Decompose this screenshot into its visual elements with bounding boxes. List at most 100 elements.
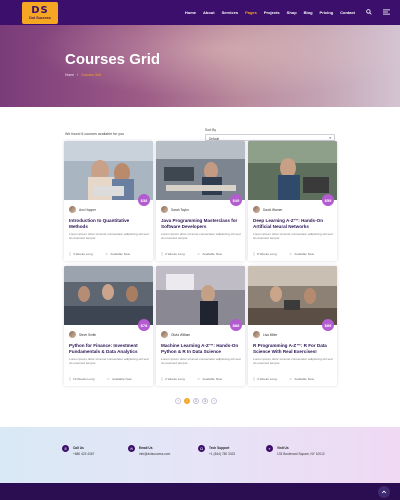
nav-blog[interactable]: Blog: [304, 10, 313, 15]
book-icon: ▯: [161, 252, 163, 256]
contact-value[interactable]: +1 (844) 780 3323: [209, 452, 235, 456]
course-author[interactable]: Lisa Miller: [253, 331, 277, 338]
nav-services[interactable]: Services: [222, 10, 238, 15]
course-card[interactable]: $38 Ann Hopper Introduction to Quantitat…: [64, 141, 153, 261]
course-thumbnail[interactable]: [64, 141, 153, 200]
pagination-prev[interactable]: ‹: [175, 398, 181, 404]
pagination-page-1[interactable]: 1: [184, 398, 190, 404]
pagination-next[interactable]: ›: [211, 398, 217, 404]
book-icon: ▯: [253, 377, 255, 381]
site-logo[interactable]: DS Dot Success: [22, 1, 58, 24]
availability-label: Available Now: [202, 252, 222, 256]
course-title[interactable]: Deep Learning A-Z™: Hands-On Artificial …: [253, 218, 331, 230]
course-grid: $38 Ann Hopper Introduction to Quantitat…: [64, 141, 337, 386]
availability: ☺ Available Now: [105, 252, 130, 256]
course-card[interactable]: $78 Steve Smith Python for Finance: Inve…: [64, 266, 153, 386]
price-badge: $78: [138, 319, 150, 331]
duration: ▯ 3 Weeks Long: [253, 377, 277, 381]
course-author[interactable]: Steve Smith: [69, 331, 96, 338]
course-thumbnail[interactable]: [248, 266, 337, 325]
mail-icon: ✉: [128, 445, 135, 452]
chevron-down-icon: ▾: [329, 136, 331, 140]
course-author[interactable]: Ann Hopper: [69, 206, 96, 213]
nav-about[interactable]: About: [203, 10, 215, 15]
logo-text: Dot Success: [29, 15, 51, 20]
author-name: Ann Hopper: [79, 207, 97, 212]
duration: ▯ 10 Weeks Long: [69, 377, 94, 381]
contact-info-strip: ✆ Call Us +880 423 4367 ✉ Email Us info@…: [0, 427, 400, 483]
menu-icon[interactable]: [383, 8, 390, 17]
search-icon[interactable]: [366, 8, 372, 17]
course-card[interactable]: $89 Lisa Miller R Programming A-Z™: R Fo…: [248, 266, 337, 386]
contact-value[interactable]: 133 Boulevard Square, NY 10012: [277, 452, 325, 456]
book-icon: ▯: [69, 252, 71, 256]
course-title[interactable]: Introduction to Quantitative Methods: [69, 218, 147, 230]
course-filter-row: We found 6 courses available for you Sor…: [65, 128, 335, 142]
course-author[interactable]: Sarah Taylor: [161, 206, 189, 213]
contact-visit: ⌖ Visit Us 133 Boulevard Square, NY 1001…: [266, 445, 325, 456]
users-icon: ☺: [288, 377, 293, 381]
scroll-to-top-button[interactable]: [378, 486, 390, 498]
contact-value[interactable]: +880 423 4367: [73, 452, 94, 456]
course-card[interactable]: $59 David Warner Deep Learning A-Z™: Han…: [248, 141, 337, 261]
course-author[interactable]: Olivia William: [161, 331, 190, 338]
course-description: Lorem ipsum dolor sit amet consectetur a…: [69, 232, 149, 241]
duration: ▯ 3 Weeks Long: [69, 252, 93, 256]
breadcrumb-home[interactable]: Home: [65, 73, 74, 77]
users-icon: ☺: [196, 252, 201, 256]
course-meta: ▯ 10 Weeks Long ☺ Available Now: [69, 377, 132, 381]
availability-label: Available Now: [110, 252, 130, 256]
course-thumbnail[interactable]: [248, 141, 337, 200]
duration-label: 2 Weeks Long: [164, 252, 185, 256]
contact-email: ✉ Email Us info@dotsuccess.com: [128, 445, 170, 456]
author-name: Sarah Taylor: [171, 207, 189, 212]
course-thumbnail[interactable]: [64, 266, 153, 325]
duration-label: 3 Weeks Long: [256, 377, 277, 381]
contact-label: Call Us: [73, 446, 84, 450]
arrow-up-icon: [381, 490, 387, 494]
users-icon: ☺: [106, 377, 111, 381]
nav-home[interactable]: Home: [185, 10, 196, 15]
map-pin-icon: ⌖: [266, 445, 273, 452]
nav-projects[interactable]: Projects: [264, 10, 280, 15]
course-card[interactable]: $49 Sarah Taylor Java Programming Master…: [156, 141, 245, 261]
contact-label: Email Us: [139, 446, 153, 450]
contact-value[interactable]: info@dotsuccess.com: [139, 452, 170, 456]
sort-select[interactable]: Default ▾: [205, 134, 335, 141]
course-meta: ▯ 8 Weeks Long ☺ Available Now: [253, 252, 314, 256]
pagination-page-3[interactable]: 3: [202, 398, 208, 404]
course-thumbnail[interactable]: [156, 141, 245, 200]
course-thumbnail[interactable]: [156, 266, 245, 325]
nav-contact[interactable]: Contact: [340, 10, 355, 15]
duration-label: 10 Weeks Long: [72, 377, 95, 381]
price-badge: $89: [322, 319, 334, 331]
book-icon: ▯: [161, 377, 163, 381]
book-icon: ▯: [69, 377, 71, 381]
users-icon: ☺: [196, 377, 201, 381]
avatar: [69, 331, 76, 338]
availability: ☺ Available Now: [197, 377, 222, 381]
course-meta: ▯ 2 Weeks Long ☺ Available Now: [161, 252, 222, 256]
avatar: [161, 206, 168, 213]
contact-support: ☊ Tech Support +1 (844) 780 3323: [198, 445, 235, 456]
pagination-page-2[interactable]: 2: [193, 398, 199, 404]
course-author[interactable]: David Warner: [253, 206, 282, 213]
course-title[interactable]: R Programming A-Z™: R For Data Science W…: [253, 343, 331, 355]
course-card[interactable]: $88 Olivia William Machine Learning A-Z™…: [156, 266, 245, 386]
availability: ☺ Available Now: [289, 252, 314, 256]
course-description: Lorem ipsum dolor sit amet consectetur a…: [253, 357, 333, 366]
availability: ☺ Available Now: [197, 252, 222, 256]
course-title[interactable]: Java Programming Masterclass for Softwar…: [161, 218, 239, 230]
nav-pricing[interactable]: Pricing: [320, 10, 334, 15]
avatar: [253, 206, 260, 213]
author-name: Olivia William: [171, 332, 191, 337]
nav-shop[interactable]: Shop: [287, 10, 297, 15]
course-meta: ▯ 2 Weeks Long ☺ Available Now: [161, 377, 222, 381]
headset-icon: ☊: [198, 445, 205, 452]
nav-pages[interactable]: Pages: [245, 10, 257, 15]
course-description: Lorem ipsum dolor sit amet consectetur a…: [69, 357, 149, 366]
course-title[interactable]: Python for Finance: Investment Fundament…: [69, 343, 147, 355]
users-icon: ☺: [288, 252, 293, 256]
course-title[interactable]: Machine Learning A-Z™: Hands-On Python &…: [161, 343, 239, 355]
course-description: Lorem ipsum dolor sit amet consectetur a…: [253, 232, 333, 241]
